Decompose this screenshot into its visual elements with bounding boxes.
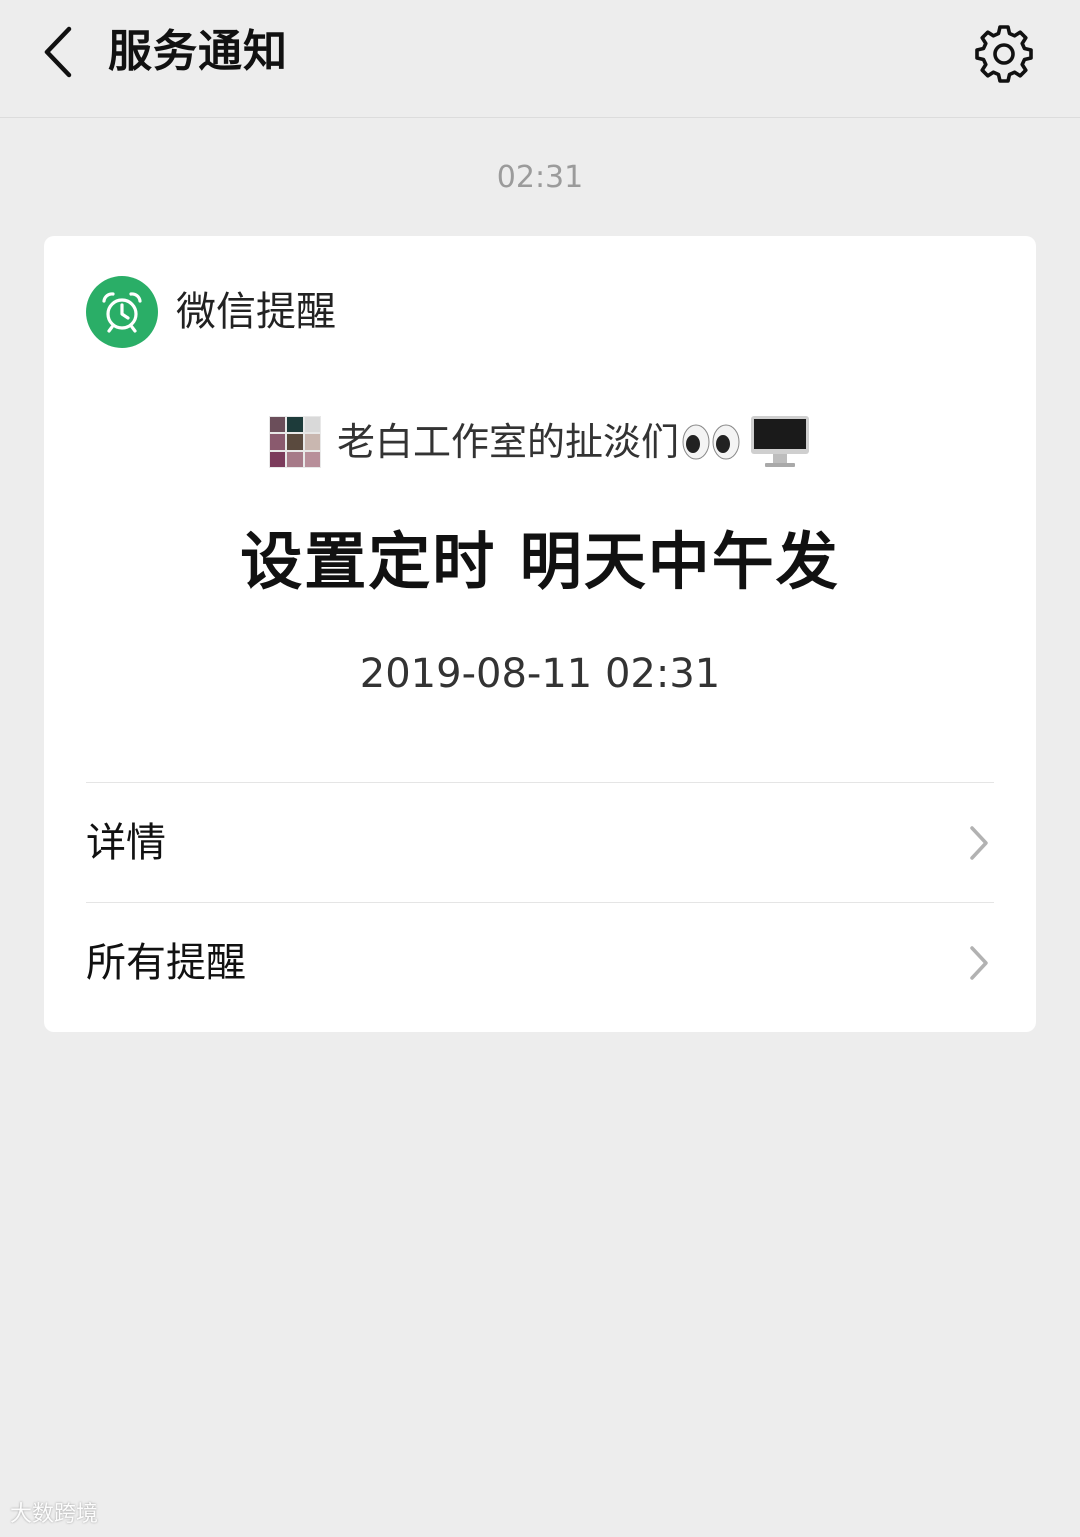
- group-name: 老白工作室的扯淡们: [336, 420, 679, 464]
- source-name: 微信提醒: [176, 289, 336, 335]
- divider: [86, 902, 994, 903]
- divider: [86, 782, 994, 783]
- message-title: 设置定时 明天中午发: [240, 525, 840, 598]
- message-time: 2019-08-11 02:31: [359, 651, 721, 697]
- eyes-emoji-icon: [681, 422, 741, 462]
- chevron-left-icon: [44, 26, 72, 78]
- notification-card[interactable]: 微信提醒 老白工作室的扯淡们 设置定时 明天中午发 2019-08-11 02:…: [44, 236, 1036, 1032]
- chevron-right-icon: [964, 823, 994, 863]
- top-bar: 服务通知: [0, 0, 1080, 118]
- group-info: 老白工作室的扯淡们: [44, 414, 1036, 470]
- service-notification-screen: 服务通知 02:31 微信提醒 老白工作室的扯淡们 设置定时 明天中午发 201…: [0, 0, 1080, 1537]
- alarm-clock-icon: [86, 276, 158, 348]
- back-button[interactable]: [26, 20, 90, 84]
- details-label: 详情: [86, 820, 166, 866]
- message-timestamp: 02:31: [496, 160, 584, 195]
- watermark: 大数跨境: [10, 1502, 99, 1527]
- chevron-right-icon: [964, 943, 994, 983]
- notification-source: 微信提醒: [86, 276, 336, 348]
- gear-icon: [975, 25, 1033, 83]
- desktop-computer-emoji-icon: [749, 414, 811, 470]
- settings-button[interactable]: [972, 22, 1036, 86]
- details-row[interactable]: 详情: [86, 784, 994, 902]
- page-title: 服务通知: [108, 26, 288, 77]
- all-reminders-label: 所有提醒: [86, 940, 246, 986]
- all-reminders-row[interactable]: 所有提醒: [86, 904, 994, 1022]
- group-avatar: [268, 416, 321, 468]
